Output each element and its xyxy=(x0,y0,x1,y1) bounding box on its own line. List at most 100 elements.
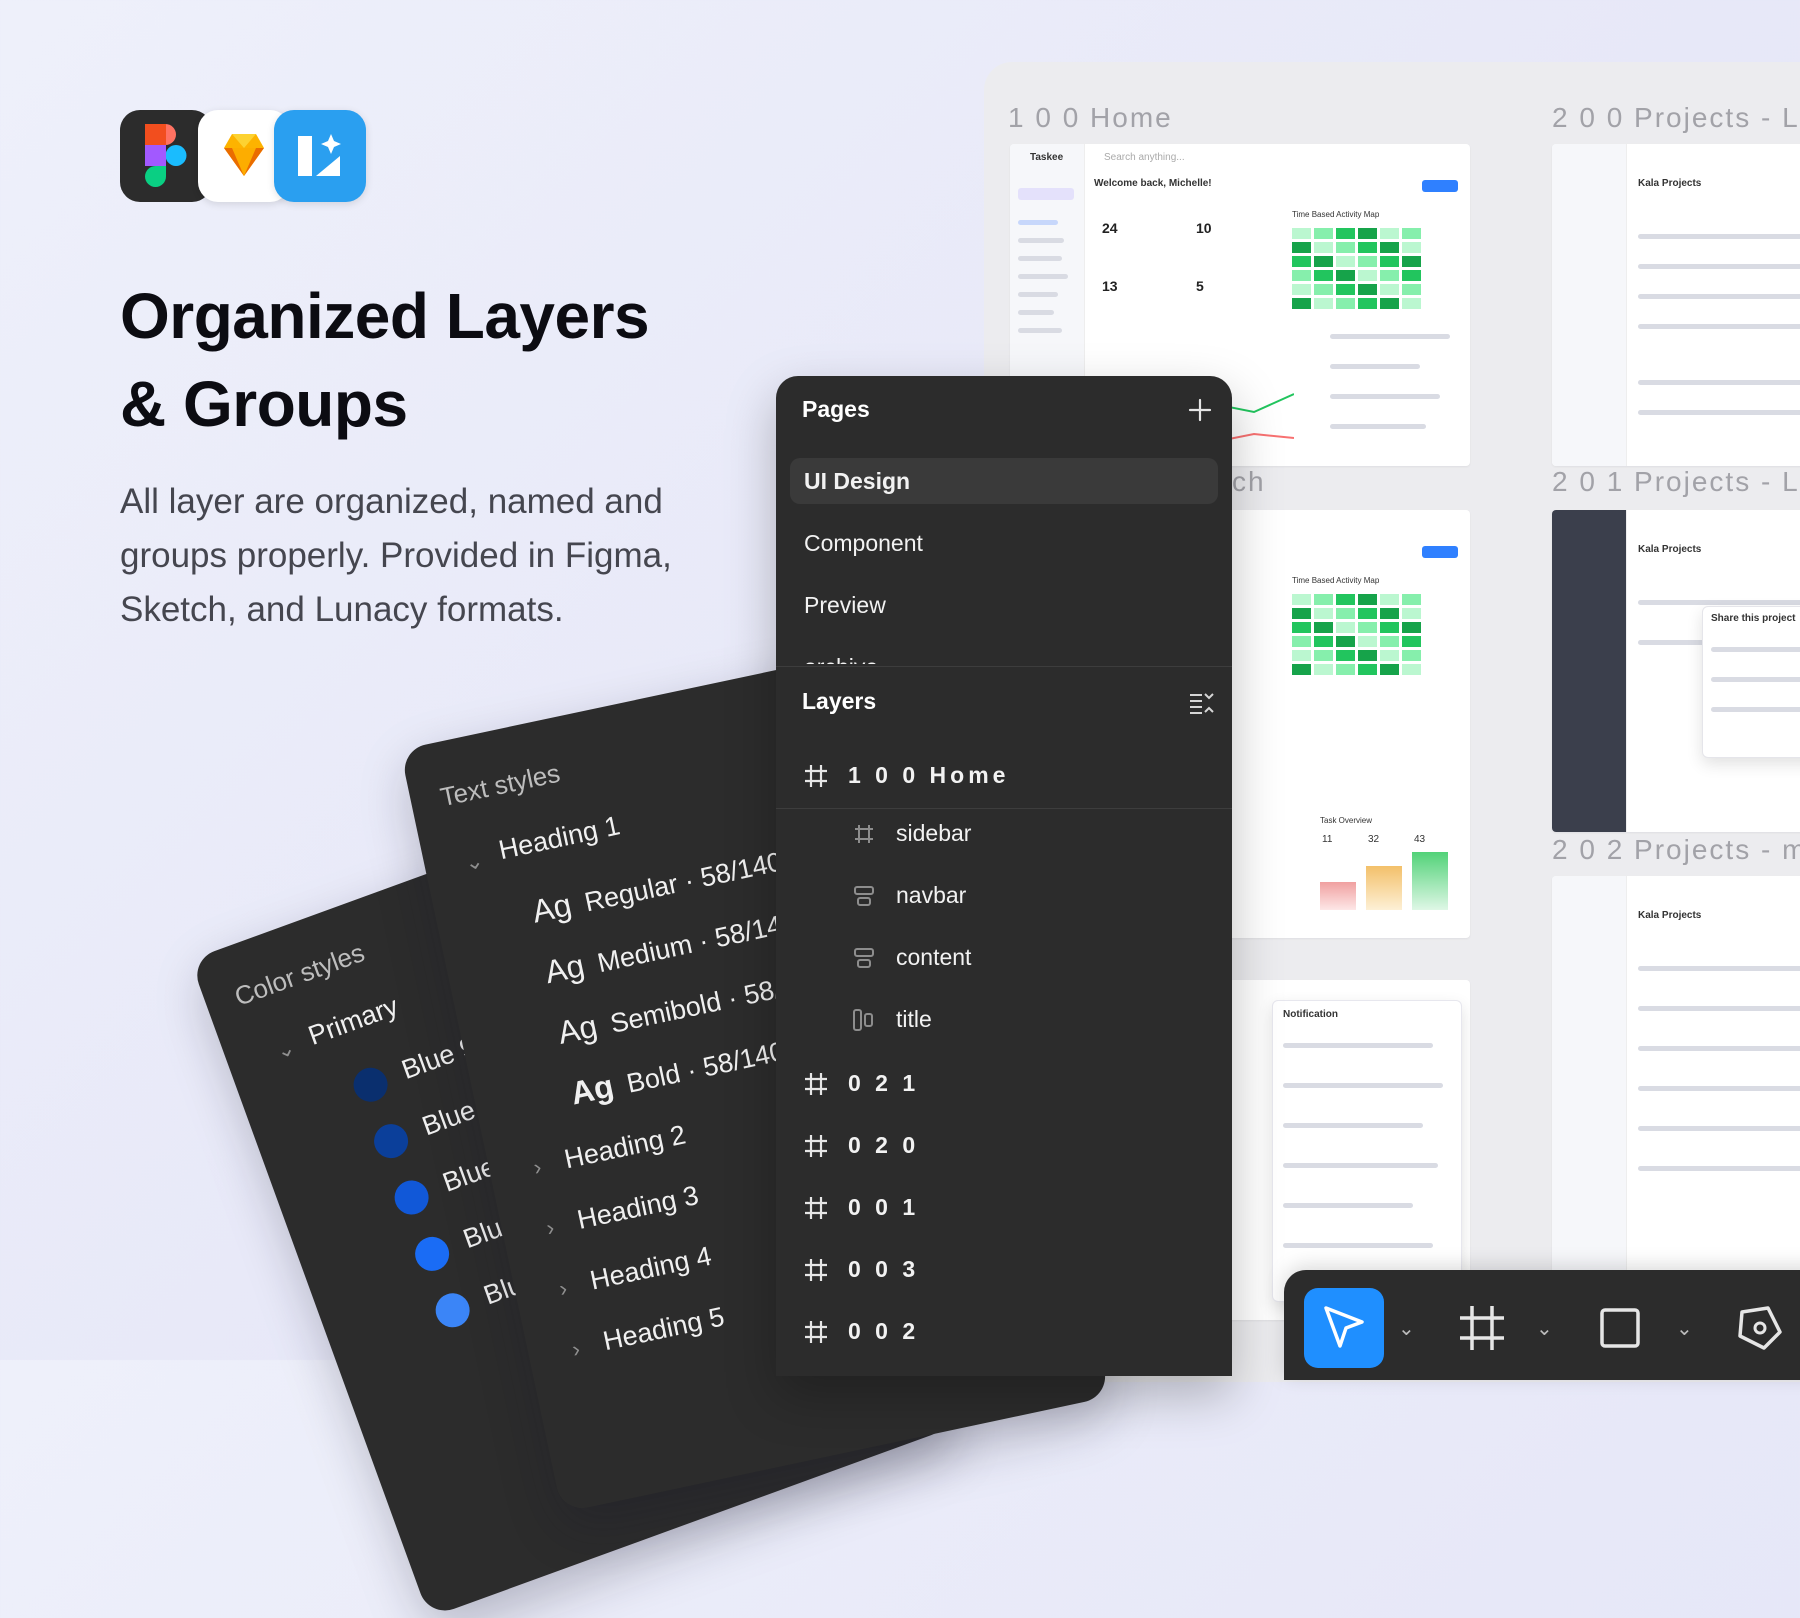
thumb-activity-title: Time Based Activity Map xyxy=(1292,210,1380,219)
thumb-projects-title-3: Kala Projects xyxy=(1638,910,1702,921)
layer-sidebar[interactable]: sidebar xyxy=(776,804,1232,866)
page-preview[interactable]: Preview xyxy=(790,582,1218,628)
chevron-right-icon[interactable]: › xyxy=(570,1336,583,1363)
heatmap-cell xyxy=(1380,284,1399,295)
heatmap-cell xyxy=(1402,298,1421,309)
frame-label-projects-list[interactable]: 2 0 0 Projects - List xyxy=(1552,102,1800,134)
color-group-primary[interactable]: Primary xyxy=(304,991,402,1052)
thumb-stat-1: 24 xyxy=(1102,220,1118,236)
heatmap-cell xyxy=(1402,594,1421,605)
collapse-layers-icon[interactable] xyxy=(1188,690,1214,716)
heatmap-cell xyxy=(1314,284,1333,295)
pages-header: Pages xyxy=(802,396,870,422)
thumb-bar-value-3: 43 xyxy=(1414,834,1426,845)
heatmap-cell xyxy=(1402,242,1421,253)
heatmap-cell xyxy=(1292,622,1311,633)
heatmap-cell xyxy=(1336,270,1355,281)
chevron-right-icon[interactable]: › xyxy=(531,1154,544,1181)
chevron-down-icon[interactable]: ⌄ xyxy=(273,1034,299,1065)
section-divider xyxy=(776,666,1232,667)
heading-3-group[interactable]: Heading 3 xyxy=(575,1180,702,1236)
heatmap-cell xyxy=(1380,270,1399,281)
layer-frame-002[interactable]: 0 0 2 xyxy=(776,1302,1232,1364)
cursor-arrow-icon xyxy=(1324,1306,1364,1348)
chevron-down-icon[interactable]: ⌄ xyxy=(1536,1316,1553,1341)
heatmap-cell xyxy=(1336,650,1355,661)
heatmap-cell xyxy=(1402,622,1421,633)
pen-tool-button[interactable] xyxy=(1720,1288,1800,1368)
heading-1-group[interactable]: Heading 1 xyxy=(496,810,623,866)
thumb-app-name: Taskee xyxy=(1030,152,1064,163)
heatmap-cell xyxy=(1380,594,1399,605)
title-line-2: & Groups xyxy=(120,368,408,440)
page-ui-design[interactable]: UI Design xyxy=(790,458,1218,504)
thumb-bar-chart xyxy=(1320,850,1460,910)
layer-label: navbar xyxy=(896,882,967,908)
heatmap-cell xyxy=(1336,228,1355,239)
rectangle-tool-button[interactable] xyxy=(1580,1288,1660,1368)
layer-frame-020[interactable]: 0 2 0 xyxy=(776,1116,1232,1178)
heading-2-group[interactable]: Heading 2 xyxy=(562,1119,689,1175)
heatmap-cell xyxy=(1336,594,1355,605)
heatmap-cell xyxy=(1314,270,1333,281)
thumb-projects-list[interactable]: Kala Projects xyxy=(1552,144,1800,466)
color-swatch-1[interactable] xyxy=(348,1062,393,1107)
heatmap-cell xyxy=(1336,636,1355,647)
layer-frame-003[interactable]: 0 0 3 xyxy=(776,1240,1232,1302)
page-component[interactable]: Component xyxy=(790,520,1218,566)
layer-navbar[interactable]: navbar xyxy=(776,866,1232,928)
frame-label-projects-more[interactable]: 2 0 2 Projects - mor xyxy=(1552,834,1800,866)
frame-label-home[interactable]: 1 0 0 Home xyxy=(1008,102,1173,134)
layer-title[interactable]: title xyxy=(776,990,1232,1052)
frame-icon xyxy=(805,1259,827,1281)
chevron-right-icon[interactable]: › xyxy=(557,1275,570,1302)
heatmap-cell xyxy=(1292,228,1311,239)
thumb-notification-title: Notification xyxy=(1283,1009,1338,1020)
chevron-right-icon[interactable]: › xyxy=(544,1215,557,1242)
ag-preview: Ag xyxy=(554,1007,601,1051)
add-page-icon[interactable] xyxy=(1188,398,1212,422)
heading-5-group[interactable]: Heading 5 xyxy=(600,1301,727,1357)
text-style-medium-label: Medium · 58/140 xyxy=(594,906,800,979)
heatmap-cell xyxy=(1402,636,1421,647)
frame-icon xyxy=(855,825,873,843)
color-swatch-3[interactable] xyxy=(389,1175,434,1220)
thumb-projects-more[interactable]: Kala Projects xyxy=(1552,876,1800,1326)
layer-frame-001[interactable]: 0 0 1 xyxy=(776,1178,1232,1240)
layer-label: title xyxy=(896,1006,932,1032)
ag-preview: Ag xyxy=(567,1067,617,1112)
layer-frame-home[interactable]: 1 0 0 Home xyxy=(776,746,1232,808)
chevron-down-icon[interactable]: ⌄ xyxy=(1398,1316,1415,1341)
heatmap-cell xyxy=(1358,608,1377,619)
heatmap-cell xyxy=(1402,270,1421,281)
layer-content[interactable]: content xyxy=(776,928,1232,990)
color-swatch-5[interactable] xyxy=(430,1288,475,1333)
heading-4-group[interactable]: Heading 4 xyxy=(587,1241,714,1297)
move-tool-button[interactable] xyxy=(1304,1288,1384,1368)
heatmap-cell xyxy=(1358,228,1377,239)
heatmap-cell xyxy=(1358,594,1377,605)
subtitle: All layer are organized, named and group… xyxy=(120,482,672,629)
heatmap-cell xyxy=(1314,650,1333,661)
color-swatch-2[interactable] xyxy=(369,1119,413,1163)
rectangle-icon xyxy=(1600,1308,1640,1348)
chevron-down-icon[interactable]: ⌄ xyxy=(1676,1316,1693,1341)
layer-frame-021[interactable]: 0 2 1 xyxy=(776,1054,1232,1116)
text-style-bold-label: Bold · 58/140 xyxy=(623,1036,788,1099)
heatmap-cell xyxy=(1314,256,1333,267)
text-styles-title: Text styles xyxy=(437,757,563,813)
frame-icon xyxy=(805,1197,827,1219)
frame-tool-button[interactable] xyxy=(1442,1288,1522,1368)
color-swatch-4[interactable] xyxy=(410,1232,454,1276)
ag-preview: Ag xyxy=(541,946,588,991)
layer-label: 0 2 1 xyxy=(848,1070,920,1096)
heatmap-cell xyxy=(1314,594,1333,605)
heatmap-cell xyxy=(1292,284,1311,295)
frame-label-projects-list-2[interactable]: 2 0 1 Projects - List xyxy=(1552,466,1800,498)
heatmap-cell xyxy=(1358,636,1377,647)
text-style-regular-label: Regular · 58/140 xyxy=(581,846,785,918)
frame-label-partial[interactable]: ch xyxy=(1232,466,1266,498)
chevron-down-icon[interactable]: ⌄ xyxy=(462,847,485,876)
page-archive[interactable]: archive xyxy=(790,644,1218,664)
thumb-projects-list-2[interactable]: Kala Projects Share this project xyxy=(1552,510,1800,832)
